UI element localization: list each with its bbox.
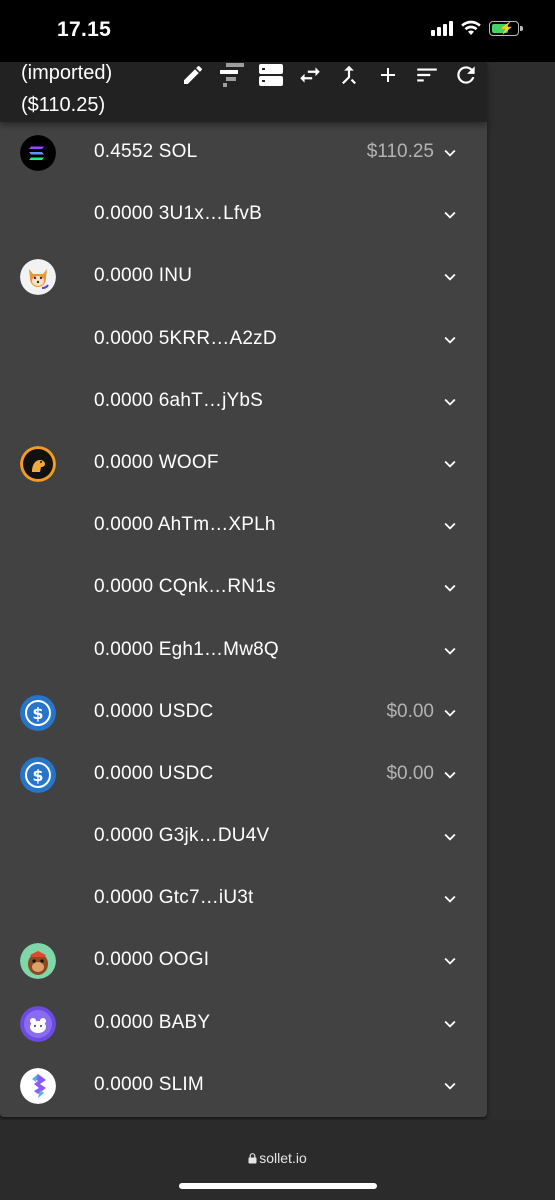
- chevron-down-icon[interactable]: [439, 1013, 461, 1035]
- chevron-down-icon[interactable]: [439, 204, 461, 226]
- chevron-down-icon[interactable]: [439, 640, 461, 662]
- token-row[interactable]: 0.0000 AhTm…XPLh: [0, 495, 487, 557]
- token-row-usdc[interactable]: $ 0.0000 USDC $0.00: [0, 744, 487, 806]
- wallet-header: (imported) ($110.25): [0, 62, 487, 122]
- token-row[interactable]: 0.0000 Gtc7…iU3t: [0, 868, 487, 930]
- solana-logo-icon: [20, 135, 56, 171]
- baby-logo-icon: [20, 1005, 56, 1042]
- token-balance: 0.0000 3U1x…LfvB: [94, 203, 262, 225]
- chevron-down-icon[interactable]: [439, 266, 461, 288]
- token-row-oogi[interactable]: 0.0000 OOGI: [0, 930, 487, 992]
- swap-icon[interactable]: [297, 62, 323, 88]
- view-list-icon[interactable]: [258, 62, 284, 88]
- token-balance: 0.0000 AhTm…XPLh: [94, 514, 276, 536]
- chevron-down-icon[interactable]: [439, 1075, 461, 1097]
- wallet-toolbar: [180, 62, 479, 88]
- edit-icon[interactable]: [180, 62, 206, 88]
- token-usd-value: $0.00: [386, 762, 434, 784]
- wifi-icon: [461, 20, 481, 35]
- token-list: 0.4552 SOL $110.25 0.0000 3U1x…LfvB 0.00…: [0, 122, 487, 1117]
- refresh-icon[interactable]: [453, 62, 479, 88]
- chevron-down-icon[interactable]: [439, 702, 461, 724]
- token-row[interactable]: 0.0000 Egh1…Mw8Q: [0, 620, 487, 682]
- svg-text:$: $: [32, 766, 43, 785]
- token-balance: 0.0000 OOGI: [94, 949, 210, 971]
- token-row[interactable]: 0.0000 6ahT…jYbS: [0, 371, 487, 433]
- chevron-down-icon[interactable]: [439, 888, 461, 910]
- token-row[interactable]: 0.0000 3U1x…LfvB: [0, 184, 487, 246]
- token-balance: 0.0000 Gtc7…iU3t: [94, 887, 254, 909]
- status-bar: 17.15 ⚡: [0, 0, 555, 62]
- status-time: 17.15: [57, 18, 112, 41]
- page-background: [487, 62, 555, 1120]
- chevron-down-icon[interactable]: [439, 950, 461, 972]
- chevron-down-icon[interactable]: [439, 826, 461, 848]
- lock-icon: [248, 1153, 257, 1164]
- chevron-down-icon[interactable]: [439, 515, 461, 537]
- system-icons: ⚡: [431, 20, 523, 36]
- merge-icon[interactable]: [336, 62, 362, 88]
- deposit-icon[interactable]: [219, 62, 245, 88]
- token-balance: 0.0000 WOOF: [94, 451, 219, 473]
- address-bar[interactable]: sollet.io: [0, 1150, 555, 1166]
- token-row-slim[interactable]: 0.0000 SLIM: [0, 1055, 487, 1117]
- token-row-baby[interactable]: 0.0000 BABY: [0, 993, 487, 1055]
- add-icon[interactable]: [375, 62, 401, 88]
- token-balance: 0.0000 G3jk…DU4V: [94, 825, 270, 847]
- token-row[interactable]: 0.0000 G3jk…DU4V: [0, 806, 487, 868]
- token-balance: 0.4552 SOL: [94, 141, 198, 162]
- chevron-down-icon[interactable]: [439, 577, 461, 599]
- cellular-signal-icon: [431, 20, 453, 36]
- token-balance: 0.0000 SLIM: [94, 1073, 204, 1095]
- token-row[interactable]: 0.0000 CQnk…RN1s: [0, 557, 487, 619]
- account-balance: ($110.25): [21, 94, 106, 116]
- token-balance: 0.0000 BABY: [94, 1011, 211, 1033]
- home-indicator[interactable]: [179, 1183, 377, 1189]
- chevron-down-icon[interactable]: [439, 764, 461, 786]
- slim-logo-icon: [20, 1067, 56, 1104]
- token-usd-value: $110.25: [366, 141, 434, 162]
- oogi-logo-icon: [20, 943, 56, 980]
- token-balance: 0.0000 INU: [94, 265, 193, 287]
- svg-text:$: $: [32, 704, 43, 723]
- token-balance: 0.0000 5KRR…A2zD: [94, 327, 277, 349]
- inu-logo-icon: [20, 259, 56, 296]
- token-row-woof[interactable]: 0.0000 WOOF: [0, 433, 487, 495]
- chevron-down-icon[interactable]: [439, 142, 461, 164]
- battery-icon: ⚡: [489, 20, 523, 36]
- token-balance: 0.0000 USDC: [94, 700, 214, 722]
- token-balance: 0.0000 CQnk…RN1s: [94, 576, 276, 598]
- token-row-inu[interactable]: 0.0000 INU: [0, 246, 487, 308]
- usdc-logo-icon: $: [20, 756, 56, 793]
- chevron-down-icon[interactable]: [439, 453, 461, 475]
- chevron-down-icon[interactable]: [439, 329, 461, 351]
- token-row-usdc[interactable]: $ 0.0000 USDC $0.00: [0, 682, 487, 744]
- token-usd-value: $0.00: [386, 700, 434, 722]
- woof-logo-icon: [20, 445, 56, 482]
- token-balance: 0.0000 Egh1…Mw8Q: [94, 638, 279, 660]
- token-balance: 0.0000 6ahT…jYbS: [94, 389, 264, 411]
- account-label: (imported): [21, 62, 113, 84]
- token-row[interactable]: 0.0000 5KRR…A2zD: [0, 309, 487, 371]
- chevron-down-icon[interactable]: [439, 391, 461, 413]
- token-row-sol[interactable]: 0.4552 SOL $110.25: [0, 122, 487, 184]
- url-text: sollet.io: [259, 1150, 307, 1166]
- sort-icon[interactable]: [414, 62, 440, 88]
- token-balance: 0.0000 USDC: [94, 762, 214, 784]
- usdc-logo-icon: $: [20, 694, 56, 731]
